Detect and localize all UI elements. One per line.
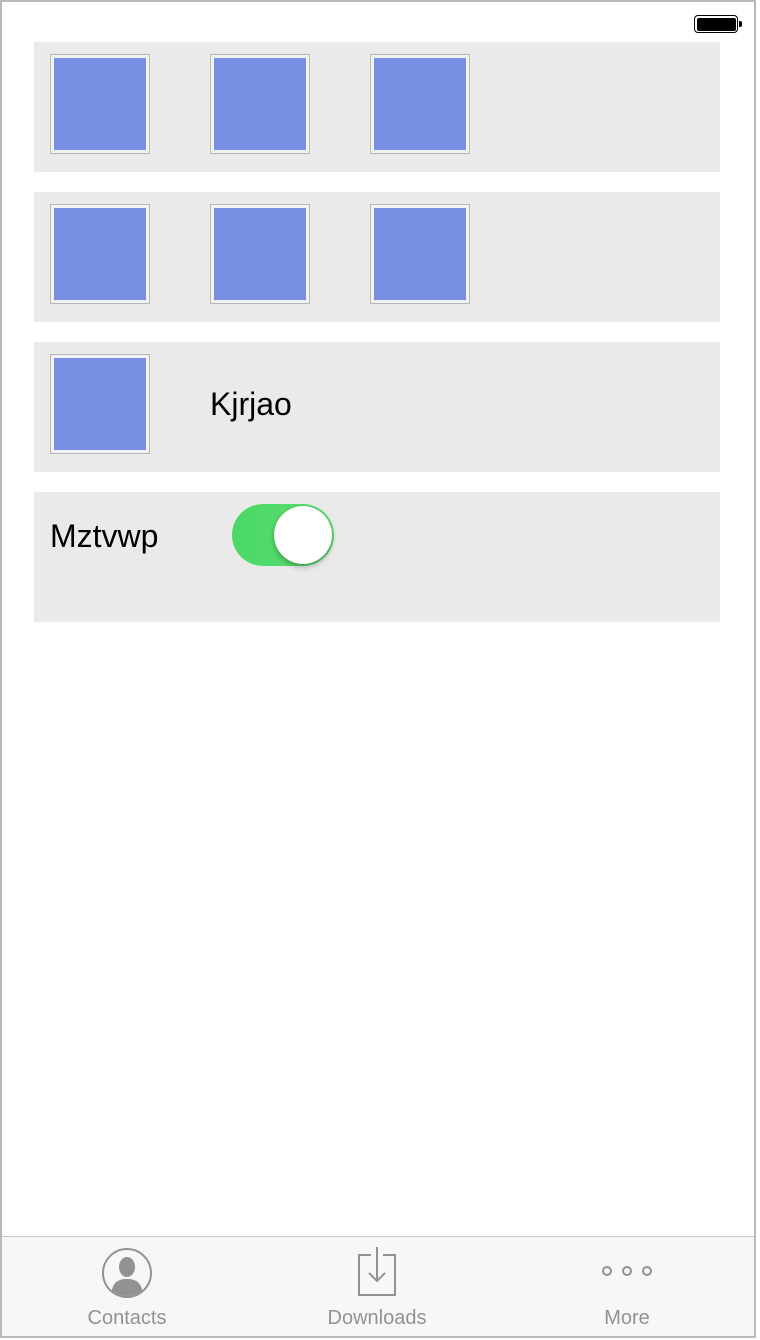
tab-downloads[interactable]: Downloads xyxy=(252,1237,502,1336)
tab-contacts[interactable]: Contacts xyxy=(2,1237,252,1336)
image-tile[interactable] xyxy=(50,354,150,454)
tab-label: Downloads xyxy=(327,1307,427,1329)
tile-row-1 xyxy=(34,42,720,172)
image-tile[interactable] xyxy=(210,204,310,304)
battery-full-icon xyxy=(694,15,742,33)
status-bar xyxy=(2,2,754,42)
row-label: Kjrjao xyxy=(210,386,292,422)
more-icon xyxy=(602,1266,652,1276)
tile-row-2 xyxy=(34,192,720,322)
image-tile[interactable] xyxy=(370,54,470,154)
downloads-icon xyxy=(358,1247,396,1296)
contacts-icon xyxy=(102,1248,152,1298)
switch-label: Mztvwp xyxy=(50,518,159,554)
image-tile[interactable] xyxy=(210,54,310,154)
toggle-knob[interactable] xyxy=(274,506,332,564)
tab-bar: Contacts Downloads More xyxy=(2,1236,754,1336)
tab-label: More xyxy=(604,1307,650,1329)
tab-more[interactable]: More xyxy=(502,1237,752,1336)
image-tile[interactable] xyxy=(50,204,150,304)
switch-row: Mztvwp xyxy=(34,492,720,622)
image-tile[interactable] xyxy=(370,204,470,304)
labeled-tile-row: Kjrjao xyxy=(34,342,720,472)
image-tile[interactable] xyxy=(50,54,150,154)
toggle-switch[interactable] xyxy=(232,504,334,566)
tab-label: Contacts xyxy=(87,1307,167,1329)
app-screen: Kjrjao Mztvwp Contacts Downloads More xyxy=(0,0,756,1338)
